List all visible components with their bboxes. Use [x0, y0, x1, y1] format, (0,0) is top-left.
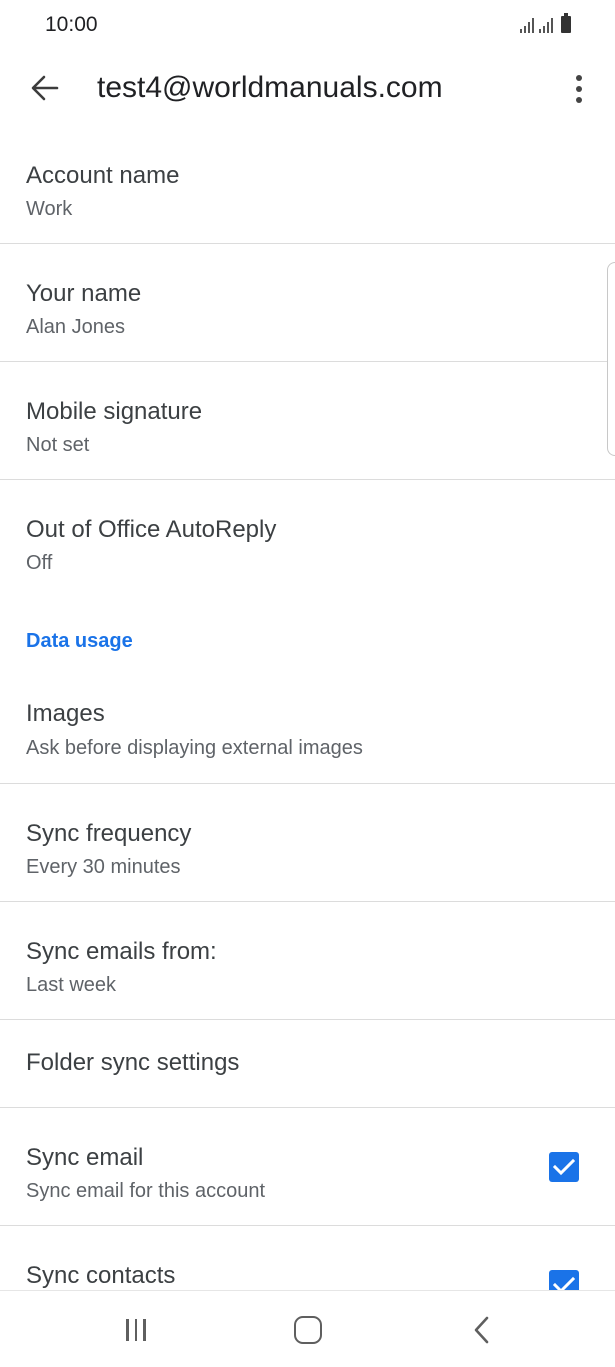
back-button[interactable]: [22, 65, 68, 111]
setting-value: Every 30 minutes: [26, 856, 181, 878]
setting-title: Account name: [26, 162, 180, 189]
setting-title: Sync email: [26, 1144, 144, 1171]
setting-value: Not set: [26, 434, 90, 456]
status-bar: 10:00: [0, 0, 615, 52]
more-vert-icon: [576, 75, 582, 81]
recents-button[interactable]: [118, 1315, 154, 1345]
setting-value: Ask before displaying external images: [26, 737, 363, 759]
setting-value: Last week: [26, 974, 117, 996]
setting-title: Images: [26, 700, 105, 727]
setting-title: Sync contacts: [26, 1262, 176, 1289]
setting-account-name[interactable]: Account name Work: [0, 126, 615, 244]
recents-icon: [126, 1319, 129, 1341]
setting-sync-email[interactable]: Sync email Sync email for this account: [0, 1108, 615, 1226]
signal-icon-secondary: [539, 16, 553, 33]
setting-title: Sync emails from:: [26, 938, 217, 965]
check-icon: [553, 1158, 575, 1176]
settings-list: Account name Work Your name Alan Jones M…: [0, 126, 615, 1344]
chevron-left-icon: [474, 1316, 489, 1344]
setting-images[interactable]: Images Ask before displaying external im…: [0, 684, 615, 784]
setting-value: Work: [26, 198, 73, 220]
setting-sync-emails-from[interactable]: Sync emails from: Last week: [0, 902, 615, 1020]
setting-folder-sync[interactable]: Folder sync settings: [0, 1020, 615, 1108]
setting-value: Off: [26, 552, 53, 574]
app-bar: test4@worldmanuals.com: [0, 52, 615, 126]
home-button[interactable]: [294, 1316, 322, 1344]
screen: 10:00 test4@worldmanuals.com Account nam…: [0, 0, 615, 1367]
setting-title: Folder sync settings: [26, 1049, 240, 1076]
setting-sync-frequency[interactable]: Sync frequency Every 30 minutes: [0, 784, 615, 902]
setting-title: Mobile signature: [26, 398, 203, 425]
signal-icon: [520, 16, 534, 33]
setting-your-name[interactable]: Your name Alan Jones: [0, 244, 615, 362]
nav-back-button[interactable]: [466, 1313, 496, 1347]
setting-out-of-office[interactable]: Out of Office AutoReply Off: [0, 480, 615, 598]
setting-title: Your name: [26, 280, 142, 307]
section-header-data-usage: Data usage: [0, 598, 615, 684]
setting-title: Sync frequency: [26, 820, 192, 847]
page-title: test4@worldmanuals.com: [97, 71, 443, 104]
more-options-button[interactable]: [561, 66, 597, 112]
setting-title: Out of Office AutoReply: [26, 516, 277, 543]
setting-value: Sync email for this account: [26, 1180, 265, 1202]
setting-value: Alan Jones: [26, 316, 125, 338]
status-time: 10:00: [45, 13, 98, 36]
scrollbar[interactable]: [607, 262, 615, 456]
status-icons: [520, 13, 571, 33]
arrow-back-icon: [31, 75, 59, 101]
section-header-label: Data usage: [26, 630, 133, 652]
setting-mobile-signature[interactable]: Mobile signature Not set: [0, 362, 615, 480]
battery-icon: [561, 13, 571, 33]
sync-email-checkbox[interactable]: [549, 1152, 579, 1182]
navigation-bar: [0, 1290, 615, 1367]
